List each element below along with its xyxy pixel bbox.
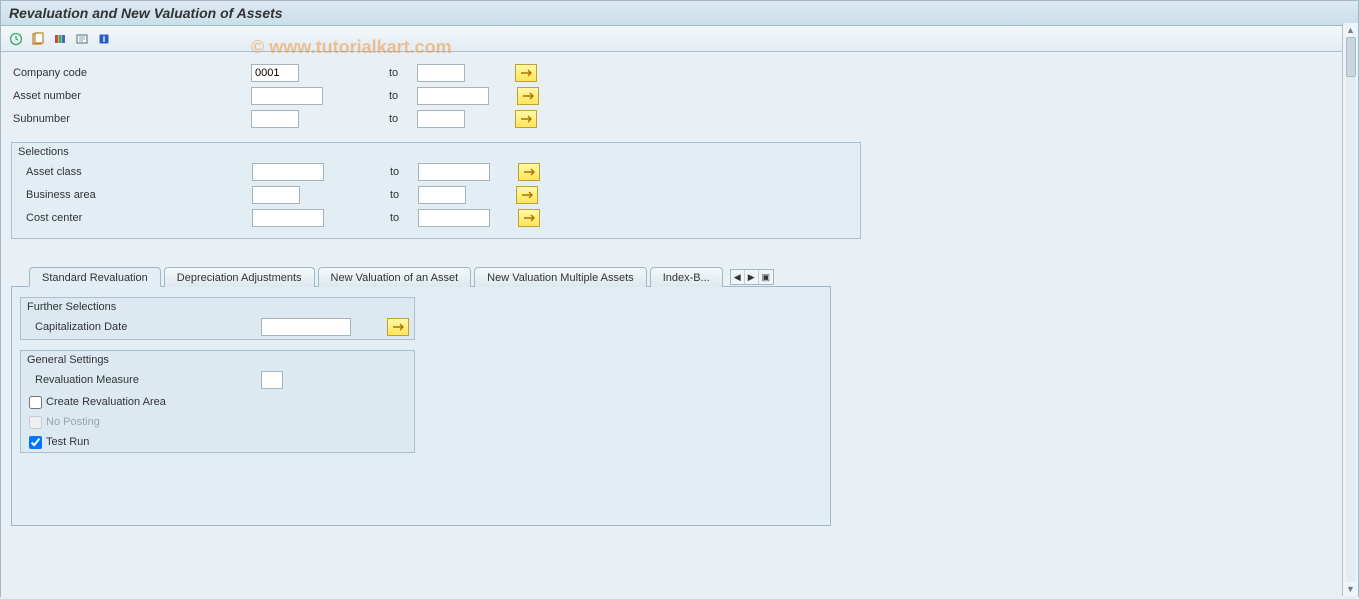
company-code-label: Company code bbox=[11, 67, 251, 79]
execute-icon[interactable] bbox=[7, 30, 25, 48]
multiple-selection-button[interactable] bbox=[517, 87, 539, 105]
to-label: to bbox=[380, 189, 418, 201]
tab-new-valuation-asset[interactable]: New Valuation of an Asset bbox=[318, 267, 472, 287]
tab-standard-revaluation[interactable]: Standard Revaluation bbox=[29, 267, 161, 287]
tab-body: Further Selections Capitalization Date G… bbox=[11, 286, 831, 526]
cost-center-from-input[interactable] bbox=[252, 209, 324, 227]
company-code-from-input[interactable] bbox=[251, 64, 299, 82]
to-label: to bbox=[380, 212, 418, 224]
multiple-selection-button[interactable] bbox=[516, 186, 538, 204]
to-label: to bbox=[379, 113, 417, 125]
further-selections-title: Further Selections bbox=[21, 298, 414, 316]
further-selections-group: Further Selections Capitalization Date bbox=[20, 297, 415, 340]
asset-number-label: Asset number bbox=[11, 90, 251, 102]
svg-text:i: i bbox=[103, 34, 106, 44]
create-revaluation-area-checkbox[interactable] bbox=[29, 396, 42, 409]
general-settings-group: General Settings Revaluation Measure Cre… bbox=[20, 350, 415, 453]
asset-class-to-input[interactable] bbox=[418, 163, 490, 181]
asset-number-to-input[interactable] bbox=[417, 87, 489, 105]
multiple-selection-button[interactable] bbox=[515, 110, 537, 128]
asset-class-from-input[interactable] bbox=[252, 163, 324, 181]
subnumber-to-input[interactable] bbox=[417, 110, 465, 128]
revaluation-measure-input[interactable] bbox=[261, 371, 283, 389]
selections-title: Selections bbox=[12, 143, 860, 161]
selections-group: Selections Asset class to Business area … bbox=[11, 142, 861, 239]
revaluation-measure-label: Revaluation Measure bbox=[29, 374, 261, 386]
tab-index-based[interactable]: Index-B... bbox=[650, 267, 723, 287]
to-label: to bbox=[379, 67, 417, 79]
tabstrip: Standard Revaluation Depreciation Adjust… bbox=[11, 267, 831, 526]
multiple-selection-button[interactable] bbox=[515, 64, 537, 82]
tab-new-valuation-multiple[interactable]: New Valuation Multiple Assets bbox=[474, 267, 647, 287]
page-title: Revaluation and New Valuation of Assets bbox=[1, 1, 1358, 26]
capitalization-date-input[interactable] bbox=[261, 318, 351, 336]
tab-list-icon[interactable]: ▣ bbox=[759, 270, 773, 284]
test-run-checkbox[interactable] bbox=[29, 436, 42, 449]
no-posting-checkbox bbox=[29, 416, 42, 429]
test-run-label: Test Run bbox=[46, 436, 89, 448]
cost-center-to-input[interactable] bbox=[418, 209, 490, 227]
capitalization-date-label: Capitalization Date bbox=[29, 321, 261, 333]
scroll-thumb[interactable] bbox=[1346, 37, 1356, 77]
asset-class-label: Asset class bbox=[20, 166, 252, 178]
scroll-up-icon[interactable]: ▲ bbox=[1346, 25, 1355, 35]
tab-depreciation-adjustments[interactable]: Depreciation Adjustments bbox=[164, 267, 315, 287]
asset-number-from-input[interactable] bbox=[251, 87, 323, 105]
cost-center-label: Cost center bbox=[20, 212, 252, 224]
business-area-label: Business area bbox=[20, 189, 252, 201]
information-icon[interactable]: i bbox=[95, 30, 113, 48]
to-label: to bbox=[380, 166, 418, 178]
to-label: to bbox=[379, 90, 417, 102]
toolbar: i bbox=[1, 26, 1358, 52]
subnumber-from-input[interactable] bbox=[251, 110, 299, 128]
multiple-selection-button[interactable] bbox=[518, 163, 540, 181]
company-code-to-input[interactable] bbox=[417, 64, 465, 82]
no-posting-label: No Posting bbox=[46, 416, 100, 428]
tab-scroll-right-icon[interactable]: ▶ bbox=[745, 270, 759, 284]
tab-nav: ◀ ▶ ▣ bbox=[730, 269, 774, 285]
variant-icon[interactable] bbox=[29, 30, 47, 48]
tab-scroll-left-icon[interactable]: ◀ bbox=[731, 270, 745, 284]
create-revaluation-area-label: Create Revaluation Area bbox=[46, 396, 166, 408]
general-settings-title: General Settings bbox=[21, 351, 414, 369]
business-area-to-input[interactable] bbox=[418, 186, 466, 204]
multiple-selection-button[interactable] bbox=[518, 209, 540, 227]
selection-options-icon[interactable] bbox=[51, 30, 69, 48]
business-area-from-input[interactable] bbox=[252, 186, 300, 204]
scroll-track[interactable] bbox=[1346, 37, 1356, 582]
dynamic-selection-icon[interactable] bbox=[73, 30, 91, 48]
content-area: Company code to Asset number to Subnumbe… bbox=[1, 52, 1358, 599]
multiple-selection-button[interactable] bbox=[387, 318, 409, 336]
vertical-scrollbar[interactable]: ▲ ▼ bbox=[1342, 23, 1358, 596]
subnumber-label: Subnumber bbox=[11, 113, 251, 125]
scroll-down-icon[interactable]: ▼ bbox=[1346, 584, 1355, 594]
